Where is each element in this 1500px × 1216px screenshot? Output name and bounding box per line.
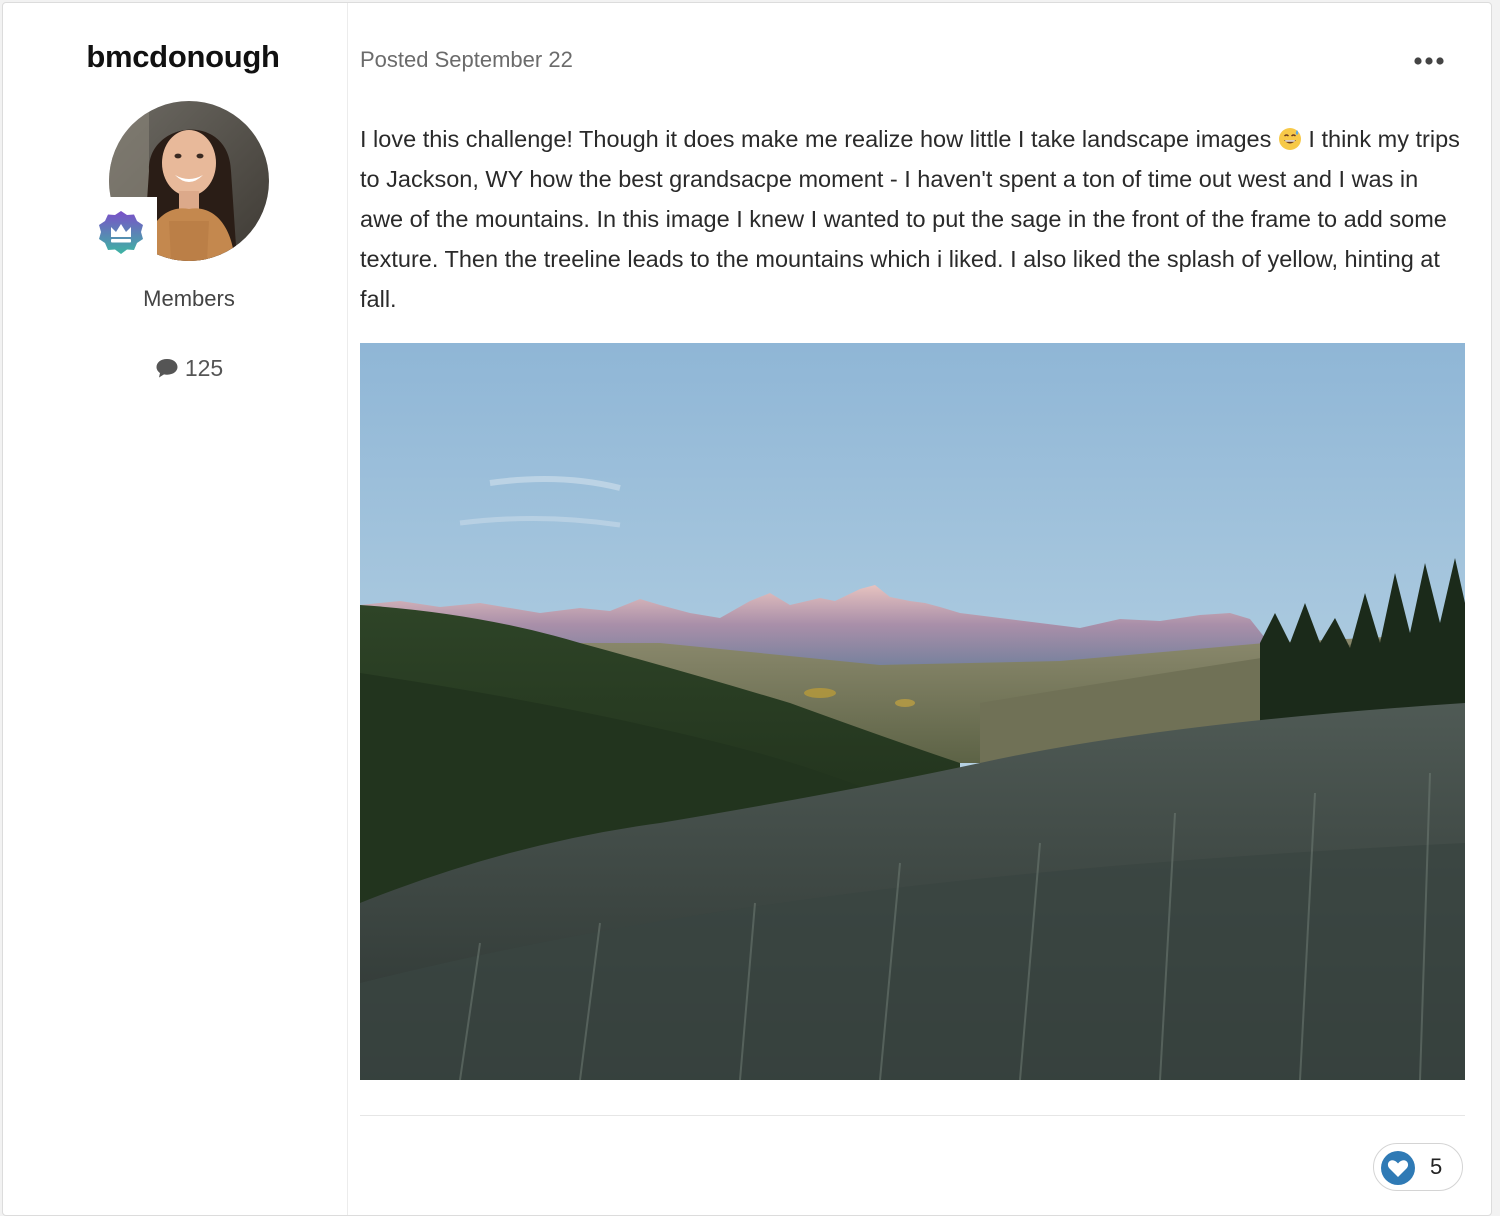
author-panel: bmcdonough Members 125 bbox=[3, 3, 348, 1215]
post-count-value: 125 bbox=[184, 355, 224, 381]
reaction-count: 5 bbox=[1430, 1154, 1443, 1179]
post-count[interactable]: 125 bbox=[3, 355, 375, 385]
grinning-sweat-emoji-icon bbox=[1278, 123, 1302, 150]
landscape-photo bbox=[360, 343, 1465, 1080]
post-image-landscape[interactable] bbox=[360, 343, 1465, 1080]
reaction-button[interactable]: 5 bbox=[1373, 1143, 1463, 1191]
member-group-label: Members bbox=[143, 286, 235, 311]
ellipsis-icon[interactable] bbox=[1413, 51, 1445, 71]
author-username[interactable]: bmcdonough bbox=[3, 39, 363, 75]
post-date[interactable]: Posted September 22 bbox=[360, 47, 573, 73]
post-body-text-end: I think my trips to Jackson, WY how the … bbox=[360, 126, 1460, 312]
heart-icon bbox=[1380, 1150, 1416, 1186]
post-body: I love this challenge! Though it does ma… bbox=[360, 119, 1465, 319]
forum-post: bmcdonough Members 125 Posted September … bbox=[2, 2, 1492, 1216]
post-divider bbox=[360, 1115, 1465, 1116]
speech-bubble-icon bbox=[155, 357, 179, 385]
crown-badge-icon bbox=[97, 209, 145, 257]
post-body-text-start: I love this challenge! Though it does ma… bbox=[360, 126, 1278, 152]
